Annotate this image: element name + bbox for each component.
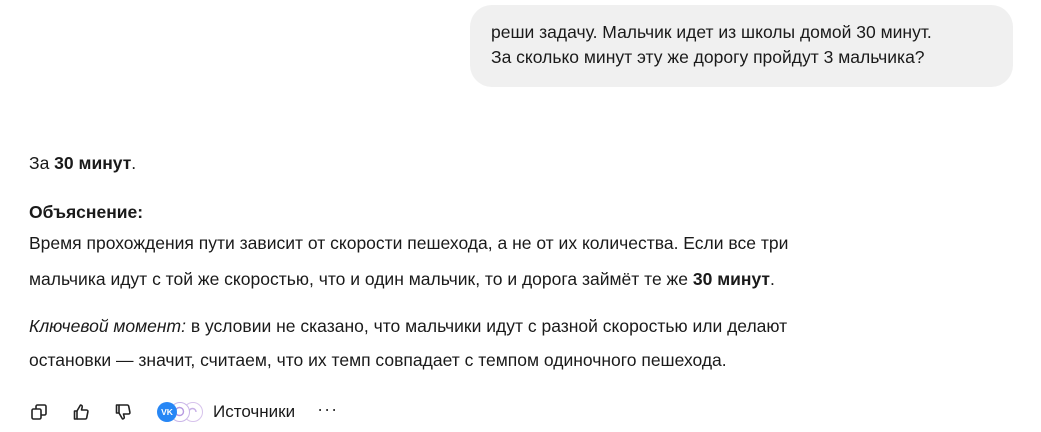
sources-button[interactable]: VK Источники xyxy=(157,401,295,423)
key-point-text: в условии не сказано, что мальчики идут … xyxy=(185,316,788,336)
user-message-bubble: реши задачу. Мальчик идет из школы домой… xyxy=(470,5,1013,87)
explanation-bold: 30 минут xyxy=(692,269,770,289)
explanation-text: мальчика идут с той же скоростью, что и … xyxy=(29,269,693,289)
answer-intro-bold: 30 минут xyxy=(54,153,132,173)
sources-icons: VK xyxy=(157,401,207,423)
explanation-line: мальчика идут с той же скоростью, что и … xyxy=(29,267,775,291)
thumbs-up-icon xyxy=(73,404,89,420)
user-message-line: реши задачу. Мальчик идет из школы домой… xyxy=(491,22,932,42)
thumbs-down-icon xyxy=(115,404,131,420)
vk-icon: VK xyxy=(157,402,177,422)
message-toolbar: VK Источники ··· xyxy=(28,400,338,424)
copy-button[interactable] xyxy=(28,401,50,423)
key-point-line: остановки — значит, считаем, что их темп… xyxy=(29,350,727,370)
more-options-button[interactable]: ··· xyxy=(317,400,338,420)
explanation-suffix: . xyxy=(770,269,775,289)
answer-intro-suffix: . xyxy=(131,153,137,173)
user-message-line: За сколько минут эту же дорогу пройдут 3… xyxy=(491,47,925,67)
copy-icon xyxy=(31,404,47,420)
key-point-label: Ключевой момент: xyxy=(29,316,186,336)
key-point-line: Ключевой момент: в условии не сказано, ч… xyxy=(29,314,787,338)
like-button[interactable] xyxy=(70,401,92,423)
dislike-button[interactable] xyxy=(112,401,134,423)
explanation-line: Время прохождения пути зависит от скорос… xyxy=(29,233,789,253)
explanation-heading: Объяснение: xyxy=(29,202,144,222)
answer-intro-prefix: За xyxy=(29,153,55,173)
answer-intro: За 30 минут. xyxy=(29,151,136,175)
sources-label: Источники xyxy=(213,402,296,421)
